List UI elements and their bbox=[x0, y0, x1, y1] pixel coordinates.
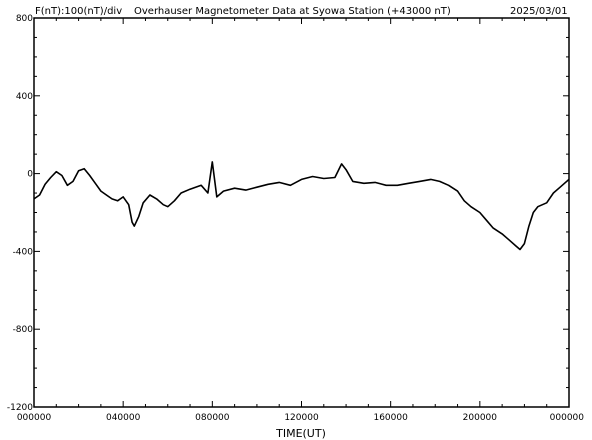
chart-title: Overhauser Magnetometer Data at Syowa St… bbox=[134, 6, 451, 17]
header-left-label: F(nT):100(nT)/div bbox=[35, 6, 122, 17]
y-tick-label: -1200 bbox=[7, 403, 33, 413]
y-tick-label: 0 bbox=[27, 170, 33, 180]
y-tick-label: 800 bbox=[16, 14, 33, 24]
x-tick-label: 000000 bbox=[17, 413, 52, 423]
x-tick-label: 160000 bbox=[373, 413, 408, 423]
x-tick-label: 040000 bbox=[106, 413, 141, 423]
x-tick-label: 080000 bbox=[195, 413, 230, 423]
plot-frame bbox=[33, 17, 570, 408]
x-axis-title: TIME(UT) bbox=[275, 427, 326, 440]
y-tick-label: -400 bbox=[13, 247, 34, 257]
series-group bbox=[33, 161, 570, 251]
y-tick-label: -800 bbox=[13, 325, 34, 335]
series-line bbox=[33, 161, 570, 251]
chart: F(nT):100(nT)/div Overhauser Magnetomete… bbox=[7, 6, 584, 440]
y-axis: -1200 -800 -400 0 400 800 bbox=[7, 14, 569, 413]
y-tick-label: 400 bbox=[16, 92, 33, 102]
chart-date: 2025/03/01 bbox=[510, 6, 568, 17]
x-tick-label: 120000 bbox=[284, 413, 319, 423]
x-tick-label: 000000 bbox=[550, 413, 585, 423]
x-tick-label: 200000 bbox=[463, 413, 498, 423]
x-axis: 000000 040000 080000 120000 160000 200000 0000… bbox=[17, 18, 584, 423]
